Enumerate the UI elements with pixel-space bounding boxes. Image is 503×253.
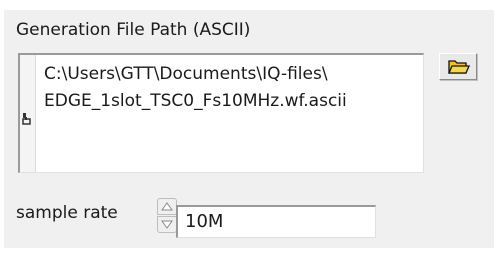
path-control-label: Generation File Path (ASCII): [16, 20, 251, 40]
browse-button[interactable]: [439, 53, 477, 80]
down-arrow-icon: [161, 220, 173, 229]
up-arrow-icon: [161, 202, 173, 211]
folder-open-icon: [448, 60, 470, 74]
sample-rate-value[interactable]: 10M: [185, 211, 223, 232]
path-control-strip: [20, 55, 36, 172]
decrement-button[interactable]: [157, 216, 177, 233]
increment-button[interactable]: [157, 198, 177, 215]
path-indicator-icon: [22, 113, 31, 125]
file-path-field[interactable]: C:\Users\GTT\Documents\IQ-files\ EDGE_1s…: [18, 53, 424, 173]
sample-rate-field[interactable]: 10M: [176, 205, 376, 238]
file-path-value[interactable]: C:\Users\GTT\Documents\IQ-files\ EDGE_1s…: [44, 61, 419, 115]
sample-rate-label: sample rate: [16, 203, 118, 223]
sample-rate-spinner[interactable]: [157, 198, 177, 234]
